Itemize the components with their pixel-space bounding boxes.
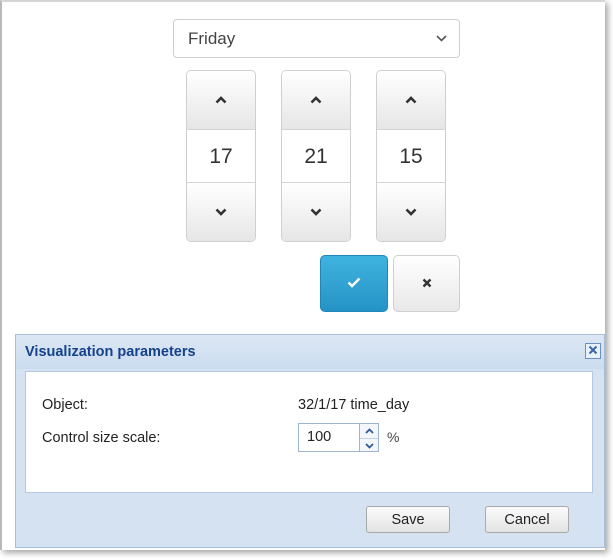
minutes-value: 21 [304,145,328,168]
scale-stepper[interactable] [360,423,379,452]
close-icon [588,342,598,360]
hours-spinner: 17 [186,70,256,242]
scale-label: Control size scale: [42,430,161,446]
seconds-value: 15 [399,145,423,168]
minutes-decrement-button[interactable] [282,182,350,241]
save-button[interactable]: Save [366,506,450,533]
object-value: 32/1/17 time_day [298,397,410,413]
day-select[interactable]: Friday [173,19,460,58]
dialog-body: Object: 32/1/17 time_day Control size sc… [25,371,593,493]
scale-input[interactable]: 100 [298,423,360,452]
cancel-picker-button[interactable] [393,255,460,312]
day-select-value: Friday [188,28,236,48]
chevron-down-icon [310,203,322,221]
chevron-down-icon [435,33,447,45]
scale-unit: % [387,429,400,445]
chevron-up-icon [310,91,322,109]
scale-decrement-button[interactable] [360,438,378,453]
hours-increment-button[interactable] [187,71,255,130]
hours-value: 17 [209,145,233,168]
dialog-title: Visualization parameters [25,344,196,360]
hours-decrement-button[interactable] [187,182,255,241]
chevron-down-icon [215,203,227,221]
chevron-down-icon [364,443,374,449]
minutes-increment-button[interactable] [282,71,350,130]
close-icon [422,275,432,293]
scale-increment-button[interactable] [360,424,378,438]
chevron-down-icon [405,203,417,221]
confirm-button[interactable] [320,255,388,312]
chevron-up-icon [215,91,227,109]
chevron-up-icon [405,91,417,109]
cancel-button[interactable]: Cancel [485,506,569,533]
seconds-decrement-button[interactable] [377,182,445,241]
object-label: Object: [42,397,88,413]
chevron-up-icon [364,428,374,434]
check-icon [347,275,361,293]
dialog-header: Visualization parameters [16,335,604,369]
dialog-close-button[interactable] [585,343,601,359]
minutes-spinner: 21 [281,70,351,242]
seconds-spinner: 15 [376,70,446,242]
visualization-parameters-dialog: Visualization parameters Object: 32/1/17… [15,334,605,548]
seconds-increment-button[interactable] [377,71,445,130]
